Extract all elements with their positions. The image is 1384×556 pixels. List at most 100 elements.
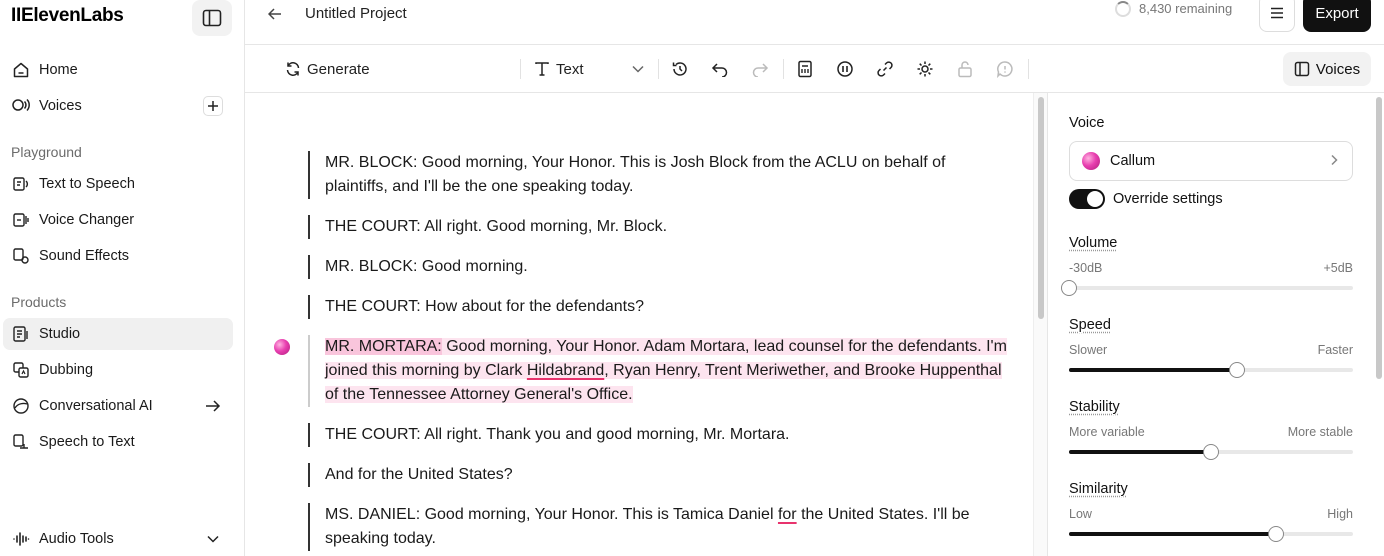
voices-panel-toggle[interactable]: Voices: [1283, 52, 1371, 86]
speech-to-text-icon: [11, 432, 31, 452]
link-button[interactable]: [875, 59, 895, 79]
stability-min-label: More variable: [1069, 425, 1145, 439]
sound-effects-icon: [11, 246, 31, 266]
editor-toolbar: Generate Text Voices: [245, 45, 1384, 93]
speaker-label: MR. MORTARA:: [325, 338, 442, 355]
voice-select[interactable]: Callum: [1069, 141, 1353, 181]
scrollbar-thumb[interactable]: [1376, 97, 1382, 379]
hamburger-icon: [1271, 7, 1283, 19]
history-icon: [672, 62, 687, 76]
credits-remaining: 8,430 remaining: [1115, 0, 1232, 17]
settings-sparkle-icon: [917, 61, 933, 77]
comment-icon: [996, 61, 1013, 78]
sidebar: IIElevenLabs Home Voices Playground Text…: [0, 0, 245, 556]
speed-label: Speed: [1069, 317, 1111, 333]
project-title[interactable]: Untitled Project: [305, 5, 407, 22]
sidebar-item-voices[interactable]: Voices: [3, 90, 233, 122]
credits-remaining-text: 8,430 remaining: [1139, 1, 1233, 16]
chevron-down-icon: [632, 65, 644, 73]
speed-max-label: Faster: [1317, 343, 1353, 357]
sidebar-item-label: Home: [39, 62, 78, 78]
voice-settings-panel: Voice Callum Override settings Volume -3…: [1047, 93, 1384, 556]
paragraph[interactable]: MR. BLOCK: Good morning.: [308, 255, 1008, 279]
paragraph[interactable]: MS. DANIEL: Good morning, Your Honor. Th…: [308, 503, 1008, 551]
voice-label: Voice: [1069, 115, 1105, 131]
sidebar-item-text-to-speech[interactable]: Text to Speech: [3, 168, 233, 200]
stability-range-labels: More variable More stable: [1069, 425, 1353, 439]
override-settings-toggle[interactable]: [1069, 189, 1105, 209]
voice-changer-icon: [11, 210, 31, 230]
paragraph-selected[interactable]: MR. MORTARA: Good morning, Your Honor. A…: [308, 335, 1008, 407]
lock-button[interactable]: [955, 59, 975, 79]
sidebar-item-sound-effects[interactable]: Sound Effects: [3, 240, 233, 272]
sidebar-item-home[interactable]: Home: [3, 54, 233, 86]
flagged-word[interactable]: for: [778, 506, 797, 523]
redo-icon: [752, 63, 769, 77]
redo-button[interactable]: [750, 59, 770, 79]
sidebar-item-label: Audio Tools: [39, 531, 114, 547]
sidebar-item-conversational-ai[interactable]: Conversational AI: [3, 390, 233, 422]
back-button[interactable]: [265, 4, 285, 24]
panel-scrollbar[interactable]: [1374, 93, 1384, 556]
stability-max-label: More stable: [1287, 425, 1353, 439]
credits-progress-icon: [1115, 0, 1131, 17]
slider-fill: [1069, 532, 1277, 536]
sidebar-item-label: Voices: [39, 98, 82, 114]
speed-range-labels: Slower Faster: [1069, 343, 1353, 357]
slider-handle[interactable]: [1203, 444, 1219, 460]
generate-button[interactable]: Generate: [285, 57, 370, 81]
sidebar-item-label: Conversational AI: [39, 398, 153, 414]
paragraph[interactable]: And for the United States?: [308, 463, 1008, 487]
similarity-slider[interactable]: [1069, 526, 1353, 542]
paragraph[interactable]: THE COURT: How about for the defendants?: [308, 295, 1008, 319]
dubbing-icon: [11, 360, 31, 380]
voice-avatar[interactable]: [274, 339, 290, 355]
sidebar-item-studio[interactable]: Studio: [3, 318, 233, 350]
section-label-playground: Playground: [11, 144, 82, 160]
script-editor[interactable]: MR. BLOCK: Good morning, Your Honor. Thi…: [245, 93, 1033, 556]
stability-label: Stability: [1069, 399, 1120, 415]
pause-button[interactable]: [835, 59, 855, 79]
conversational-ai-icon: [11, 396, 31, 416]
volume-label: Volume: [1069, 235, 1118, 251]
similarity-min-label: Low: [1069, 507, 1092, 521]
slider-handle[interactable]: [1228, 362, 1245, 378]
brand-logo[interactable]: IIElevenLabs: [11, 5, 124, 27]
toolbar-divider: [520, 59, 521, 79]
format-select[interactable]: Text: [534, 57, 644, 81]
history-button[interactable]: [670, 59, 690, 79]
settings-button[interactable]: [915, 59, 935, 79]
stability-slider[interactable]: [1069, 444, 1353, 460]
export-button[interactable]: Export: [1303, 0, 1371, 32]
comment-button[interactable]: [995, 59, 1015, 79]
paragraph[interactable]: MR. BLOCK: Good morning, Your Honor. Thi…: [308, 151, 1008, 199]
home-icon: [11, 60, 31, 80]
voices-icon: [11, 96, 31, 116]
add-voice-button[interactable]: [203, 96, 223, 116]
arrow-left-icon: [268, 8, 281, 20]
slider-handle[interactable]: [1061, 280, 1077, 296]
insert-break-button[interactable]: [795, 59, 815, 79]
sidebar-item-dubbing[interactable]: Dubbing: [3, 354, 233, 386]
sidebar-item-voice-changer[interactable]: Voice Changer: [3, 204, 233, 236]
editor-scrollbar[interactable]: [1033, 93, 1047, 556]
menu-button[interactable]: [1259, 0, 1295, 32]
paragraph[interactable]: THE COURT: All right. Thank you and good…: [308, 423, 1008, 447]
sidebar-item-label: Sound Effects: [39, 248, 130, 264]
slider-handle[interactable]: [1268, 526, 1285, 542]
arrow-right-icon: [203, 396, 223, 416]
sidebar-item-audio-tools[interactable]: Audio Tools: [3, 523, 233, 555]
plus-icon: [208, 101, 218, 111]
similarity-max-label: High: [1327, 507, 1353, 521]
flagged-word[interactable]: Hildabrand: [527, 362, 604, 379]
sidebar-item-speech-to-text[interactable]: Speech to Text: [3, 426, 233, 458]
toolbar-divider: [658, 59, 659, 79]
sidebar-toggle-button[interactable]: [192, 0, 232, 36]
speed-slider[interactable]: [1069, 362, 1353, 378]
volume-slider[interactable]: [1061, 280, 1353, 296]
volume-max-label: +5dB: [1323, 261, 1353, 275]
undo-button[interactable]: [710, 59, 730, 79]
paragraph[interactable]: THE COURT: All right. Good morning, Mr. …: [308, 215, 1008, 239]
scrollbar-thumb[interactable]: [1038, 97, 1044, 319]
text-format-icon: [535, 62, 549, 76]
